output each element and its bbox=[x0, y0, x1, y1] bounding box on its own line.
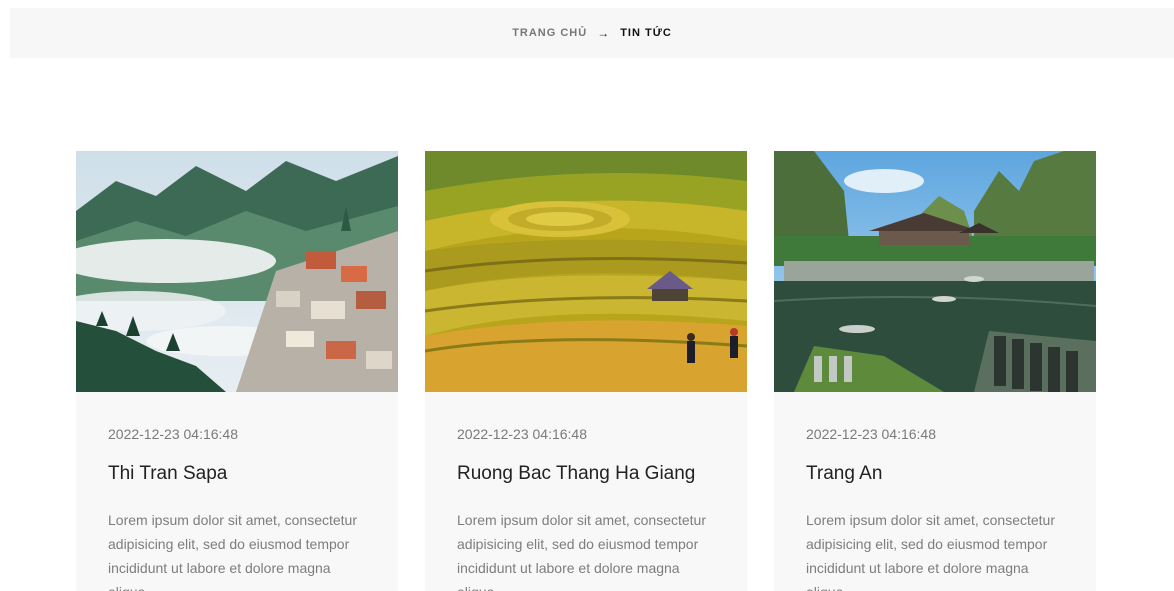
news-card: 2022-12-23 04:16:48 Trang An Lorem ipsum… bbox=[774, 151, 1096, 591]
news-card: 2022-12-23 04:16:48 Ruong Bac Thang Ha G… bbox=[425, 151, 747, 591]
news-card-date: 2022-12-23 04:16:48 bbox=[108, 426, 238, 442]
rice-terrace-image bbox=[425, 151, 747, 392]
news-card-title[interactable]: Ruong Bac Thang Ha Giang bbox=[457, 463, 715, 485]
news-card: 2022-12-23 04:16:48 Thi Tran Sapa Lorem … bbox=[76, 151, 398, 591]
news-card-date: 2022-12-23 04:16:48 bbox=[457, 426, 587, 442]
news-card-excerpt: Lorem ipsum dolor sit amet, consectetur … bbox=[457, 512, 706, 591]
news-card-image-sapa[interactable] bbox=[76, 151, 398, 392]
breadcrumb-current: TIN TỨC bbox=[620, 27, 672, 39]
news-card-list: 2022-12-23 04:16:48 Thi Tran Sapa Lorem … bbox=[76, 151, 1096, 591]
sapa-mountain-image bbox=[76, 151, 398, 392]
trang-an-river-image bbox=[774, 151, 1096, 392]
news-card-body: 2022-12-23 04:16:48 Trang An Lorem ipsum… bbox=[774, 392, 1096, 591]
news-card-image-ha-giang[interactable] bbox=[425, 151, 747, 392]
breadcrumb-home-link[interactable]: TRANG CHỦ bbox=[512, 27, 587, 39]
news-card-excerpt: Lorem ipsum dolor sit amet, consectetur … bbox=[108, 512, 357, 591]
news-card-date: 2022-12-23 04:16:48 bbox=[806, 426, 936, 442]
news-card-title[interactable]: Thi Tran Sapa bbox=[108, 463, 366, 485]
news-card-image-trang-an[interactable] bbox=[774, 151, 1096, 392]
news-card-body: 2022-12-23 04:16:48 Thi Tran Sapa Lorem … bbox=[76, 392, 398, 591]
news-card-excerpt: Lorem ipsum dolor sit amet, consectetur … bbox=[806, 512, 1055, 591]
arrow-right-icon: → bbox=[597, 26, 611, 40]
news-card-title[interactable]: Trang An bbox=[806, 463, 1064, 485]
breadcrumb: TRANG CHỦ → TIN TỨC bbox=[10, 8, 1174, 58]
news-card-body: 2022-12-23 04:16:48 Ruong Bac Thang Ha G… bbox=[425, 392, 747, 591]
